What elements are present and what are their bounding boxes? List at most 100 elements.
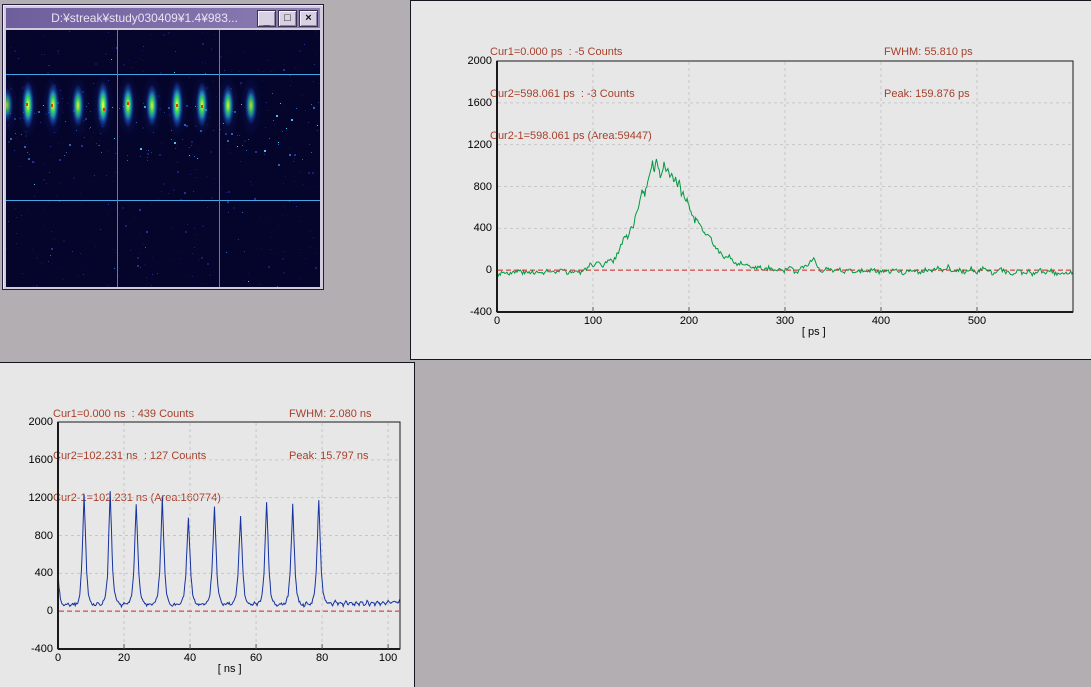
- noise-speckle: [159, 153, 162, 156]
- noise-speckle: [188, 77, 190, 79]
- noise-speckle: [44, 163, 46, 165]
- time-profile-ps-plot-area[interactable]: [497, 61, 1073, 312]
- image-roi-line-vertical[interactable]: [219, 30, 220, 287]
- noise-speckle: [191, 144, 193, 146]
- noise-speckle: [294, 180, 296, 182]
- noise-speckle: [43, 178, 46, 181]
- maximize-button[interactable]: □: [278, 9, 297, 27]
- noise-speckle: [301, 158, 303, 160]
- noise-speckle: [315, 53, 317, 55]
- noise-speckle: [245, 149, 247, 151]
- noise-speckle: [315, 266, 318, 269]
- noise-speckle: [62, 239, 65, 242]
- noise-speckle: [220, 55, 223, 58]
- noise-speckle: [221, 188, 223, 190]
- noise-speckle: [228, 191, 231, 194]
- noise-speckle: [317, 129, 318, 131]
- noise-speckle: [302, 183, 304, 185]
- noise-speckle: [34, 184, 36, 186]
- noise-speckle: [192, 191, 194, 193]
- noise-speckle: [90, 180, 92, 182]
- noise-speckle: [278, 144, 280, 146]
- noise-speckle: [247, 138, 249, 140]
- noise-speckle: [32, 248, 34, 250]
- noise-speckle: [172, 259, 174, 261]
- noise-speckle: [130, 250, 132, 252]
- noise-speckle: [181, 139, 183, 141]
- noise-speckle: [187, 88, 189, 90]
- noise-speckle: [143, 264, 145, 266]
- noise-speckle: [199, 259, 200, 261]
- noise-speckle: [147, 157, 149, 159]
- noise-speckle: [300, 249, 302, 251]
- noise-speckle: [175, 148, 177, 150]
- noise-speckle: [44, 225, 46, 227]
- noise-speckle: [64, 155, 66, 157]
- noise-speckle: [251, 184, 253, 186]
- noise-speckle: [313, 63, 315, 65]
- noise-speckle: [164, 194, 166, 196]
- noise-speckle: [314, 185, 316, 187]
- noise-speckle: [33, 162, 35, 164]
- noise-speckle: [266, 101, 268, 103]
- y-tick-label: 800: [34, 529, 53, 542]
- close-button[interactable]: ×: [299, 9, 318, 27]
- noise-speckle: [191, 275, 193, 277]
- noise-speckle: [201, 257, 204, 260]
- noise-speckle: [146, 159, 148, 161]
- noise-speckle: [127, 60, 129, 62]
- x-tick-label: 0: [54, 652, 62, 664]
- noise-speckle: [107, 285, 109, 287]
- minimize-button[interactable]: _: [257, 9, 276, 27]
- noise-speckle: [185, 125, 188, 127]
- noise-speckle: [150, 285, 152, 287]
- noise-speckle: [311, 103, 313, 105]
- noise-speckle: [283, 64, 285, 66]
- noise-speckle: [197, 158, 199, 160]
- time-profile-ns-plot-area[interactable]: [58, 422, 400, 649]
- noise-speckle: [13, 49, 16, 52]
- noise-speckle: [139, 253, 141, 255]
- noise-speckle: [237, 145, 239, 147]
- noise-speckle: [71, 251, 73, 253]
- streak-pulse-hotspot: [51, 104, 54, 108]
- noise-speckle: [21, 214, 23, 216]
- streak-pulse-hotspot: [200, 105, 203, 109]
- streak-pulse-hotspot: [26, 103, 29, 107]
- noise-speckle: [157, 273, 159, 275]
- noise-speckle: [146, 276, 148, 278]
- noise-speckle: [73, 176, 76, 179]
- noise-speckle: [307, 121, 309, 123]
- noise-speckle: [113, 248, 115, 250]
- noise-speckle: [15, 242, 17, 244]
- image-roi-line-vertical[interactable]: [117, 30, 118, 287]
- noise-speckle: [309, 231, 311, 233]
- noise-speckle: [139, 232, 141, 234]
- image-cursor-line-horizontal[interactable]: [6, 74, 320, 75]
- noise-speckle: [209, 275, 211, 277]
- noise-speckle: [289, 147, 291, 149]
- noise-speckle: [250, 181, 252, 183]
- y-tick-label: 0: [485, 264, 492, 277]
- streak-window-titlebar[interactable]: D:¥streak¥study030409¥1.4¥983... _ □ ×: [6, 8, 320, 28]
- noise-speckle: [271, 236, 273, 238]
- noise-speckle: [139, 267, 141, 269]
- noise-speckle: [225, 191, 227, 193]
- y-tick-label: 1200: [467, 138, 492, 151]
- image-cursor-line-horizontal[interactable]: [6, 200, 320, 201]
- noise-speckle: [210, 151, 213, 154]
- minimize-icon: _: [263, 15, 270, 27]
- noise-speckle: [282, 206, 284, 208]
- noise-speckle: [229, 152, 231, 154]
- noise-speckle: [185, 145, 187, 147]
- noise-speckle: [200, 197, 202, 199]
- noise-speckle: [239, 85, 241, 87]
- noise-speckle: [277, 163, 280, 166]
- streak-camera-image[interactable]: [6, 30, 320, 287]
- noise-speckle: [41, 262, 43, 264]
- noise-speckle: [299, 49, 302, 52]
- noise-speckle: [49, 64, 51, 66]
- noise-speckle: [194, 169, 196, 171]
- noise-speckle: [8, 220, 10, 222]
- noise-speckle: [311, 171, 314, 174]
